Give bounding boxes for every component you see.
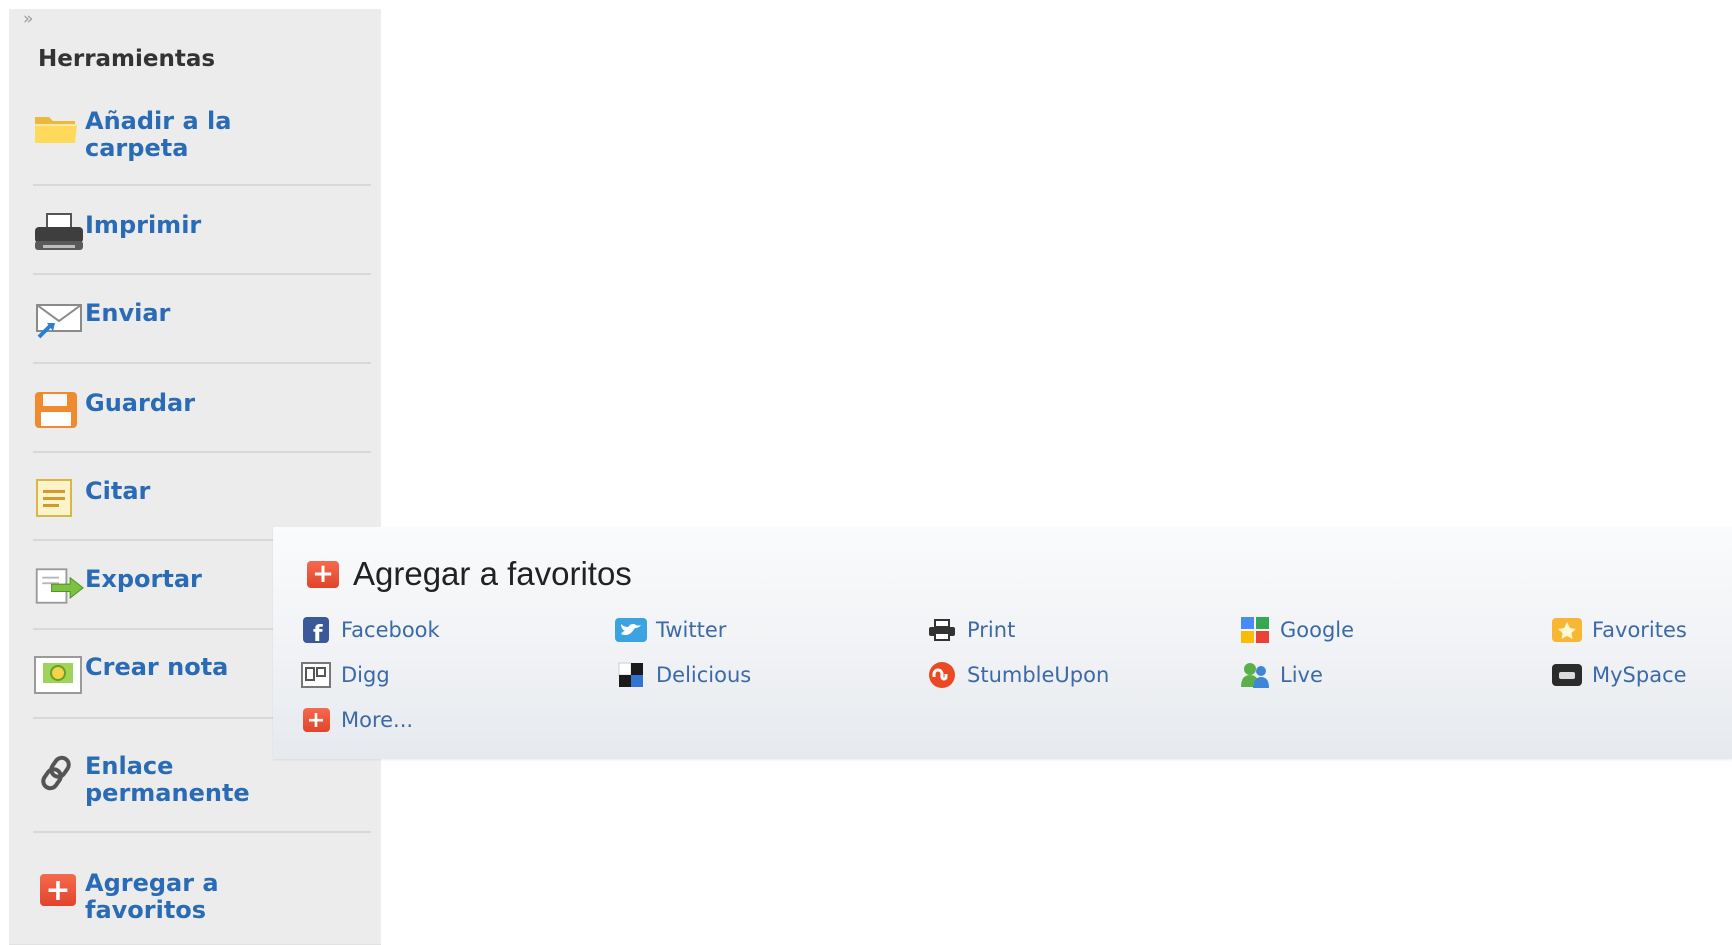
note-icon [33, 654, 85, 694]
share-facebook-label: Facebook [341, 618, 440, 642]
add-to-favorites-label-line1: Agregar a [85, 869, 219, 897]
add-to-favorites-popup: + Agregar a favoritos f Facebook Twitter… [273, 527, 1732, 759]
add-to-folder-label-line1: Añadir a la [85, 107, 232, 135]
permalink-button[interactable]: Enlace permanente [33, 753, 370, 807]
export-label: Exportar [85, 565, 202, 593]
collapse-sidebar-icon[interactable]: » [23, 9, 34, 29]
print-label: Imprimir [85, 211, 202, 239]
permalink-label-line1: Enlace [85, 752, 174, 780]
share-digg-link[interactable]: Digg [299, 662, 390, 688]
share-more-label: More... [341, 708, 414, 732]
permalink-label-line2: permanente [85, 779, 250, 807]
printer-icon [925, 617, 959, 643]
share-google-label: Google [1280, 618, 1355, 642]
facebook-icon: f [299, 617, 333, 643]
send-email-button[interactable]: Enviar [33, 300, 370, 340]
share-myspace-label: MySpace [1592, 663, 1687, 687]
share-stumbleupon-label: StumbleUpon [967, 663, 1110, 687]
share-delicious-label: Delicious [656, 663, 752, 687]
share-facebook-link[interactable]: f Facebook [299, 617, 440, 643]
stumbleupon-icon [925, 662, 959, 688]
save-icon [33, 390, 85, 430]
share-myspace-link[interactable]: MySpace [1550, 662, 1687, 688]
folder-icon [33, 108, 85, 148]
export-icon [33, 566, 85, 606]
divider [33, 184, 371, 186]
cite-icon [33, 478, 85, 518]
myspace-icon [1550, 662, 1584, 688]
link-icon [33, 753, 85, 793]
cite-label: Citar [85, 477, 151, 505]
divider [33, 831, 371, 833]
digg-icon [299, 662, 333, 688]
share-stumbleupon-link[interactable]: StumbleUpon [925, 662, 1109, 688]
share-delicious-link[interactable]: Delicious [614, 662, 751, 688]
share-live-label: Live [1280, 663, 1323, 687]
tools-sidebar: » Herramientas Añadir a la carpeta Impri… [9, 9, 381, 945]
share-twitter-label: Twitter [656, 618, 727, 642]
divider [33, 273, 371, 275]
cite-button[interactable]: Citar [33, 478, 370, 518]
divider [33, 451, 371, 453]
share-favorites-link[interactable]: Favorites [1550, 617, 1687, 643]
add-to-favorites-button[interactable]: + Agregar a favoritos [33, 870, 370, 924]
twitter-icon [614, 617, 648, 643]
email-icon [33, 300, 85, 340]
svg-text:f: f [313, 622, 323, 643]
add-plus-icon: + [307, 559, 339, 589]
share-digg-label: Digg [341, 663, 390, 687]
create-note-label: Crear nota [85, 653, 229, 681]
save-label: Guardar [85, 389, 196, 417]
live-icon [1238, 662, 1272, 688]
delicious-icon [614, 662, 648, 688]
popup-title: Agregar a favoritos [353, 555, 632, 592]
share-print-label: Print [967, 618, 1016, 642]
google-icon [1238, 617, 1272, 643]
share-more-link[interactable]: + More... [299, 707, 413, 733]
more-plus-icon: + [299, 707, 333, 733]
share-twitter-link[interactable]: Twitter [614, 617, 726, 643]
star-icon [1550, 617, 1584, 643]
sidebar-title: Herramientas [38, 46, 216, 72]
share-print-link[interactable]: Print [925, 617, 1015, 643]
share-google-link[interactable]: Google [1238, 617, 1354, 643]
add-to-folder-button[interactable]: Añadir a la carpeta [33, 108, 370, 162]
popup-header: + Agregar a favoritos [307, 555, 632, 593]
printer-icon [33, 212, 85, 252]
share-favorites-label: Favorites [1592, 618, 1687, 642]
save-button[interactable]: Guardar [33, 390, 370, 430]
share-live-link[interactable]: Live [1238, 662, 1323, 688]
send-label: Enviar [85, 299, 171, 327]
divider [33, 362, 371, 364]
add-plus-icon: + [33, 870, 85, 910]
add-to-favorites-label-line2: favoritos [85, 896, 207, 924]
add-to-folder-label-line2: carpeta [85, 134, 189, 162]
print-button[interactable]: Imprimir [33, 212, 370, 252]
